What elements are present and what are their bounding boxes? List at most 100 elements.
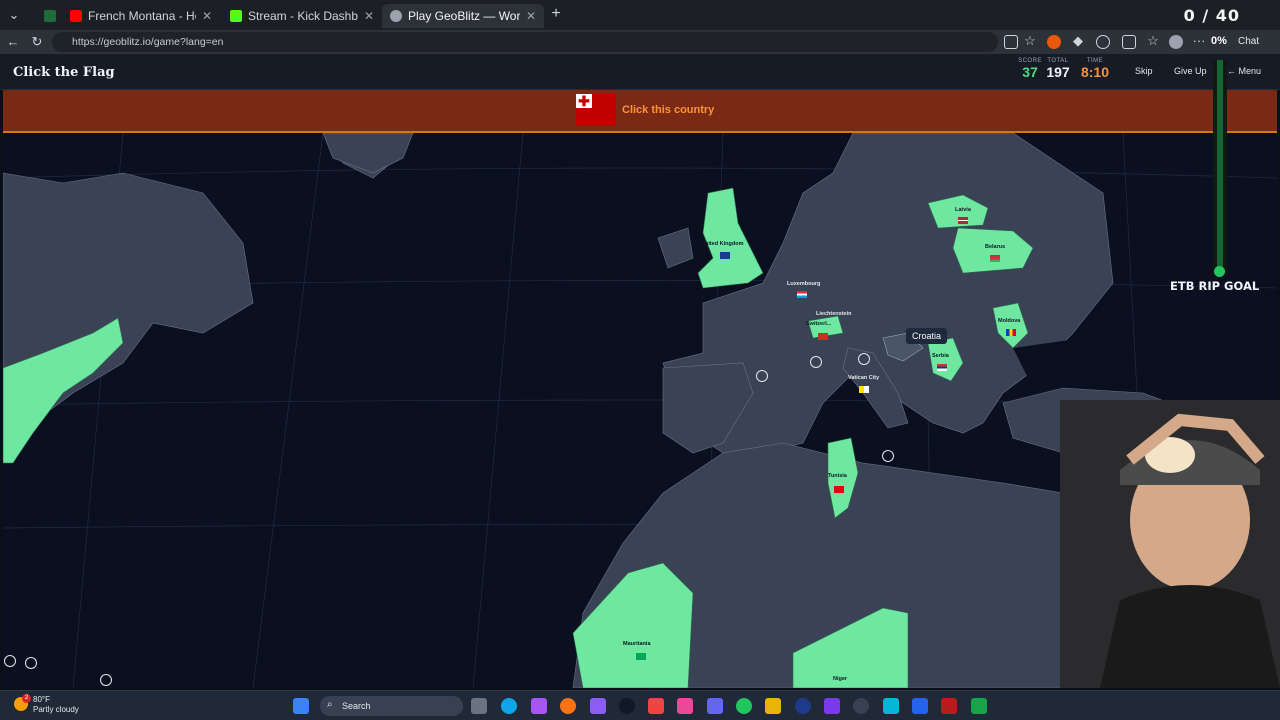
obs-icon[interactable] (619, 698, 635, 714)
moldova-flag-icon (1006, 329, 1016, 336)
webcam-overlay (1060, 400, 1280, 688)
youtube-icon (70, 10, 82, 22)
small-country-marker[interactable] (4, 655, 16, 667)
small-country-marker[interactable] (756, 370, 768, 382)
zoom-percent: 0% (1211, 35, 1227, 47)
url-field[interactable]: https://geoblitz.io/game?lang=en (52, 32, 998, 52)
tab-geoblitz[interactable]: Play GeoBlitz — World Geography ✕ (382, 4, 544, 28)
iceland[interactable] (322, 133, 414, 174)
goal-progress-fill (1217, 60, 1223, 271)
small-country-marker[interactable] (810, 356, 822, 368)
weather-temp: 80°F (33, 695, 50, 704)
kick-app-icon[interactable] (971, 698, 987, 714)
label-serbia: Serbia (932, 353, 949, 359)
extension-diamond-icon[interactable]: ◆ (1070, 33, 1086, 49)
search-icon: ⌕ (327, 699, 333, 710)
app-purple-icon[interactable] (824, 698, 840, 714)
tab-label: Stream - Kick Dashboard (248, 9, 358, 23)
profile-avatar-icon[interactable] (1169, 35, 1183, 49)
hover-tooltip: Croatia (906, 328, 948, 344)
file-explorer-icon[interactable] (765, 698, 781, 714)
overlay-counter: 0 / 40 (1183, 6, 1240, 25)
flag-cross-icon: ✚ (578, 93, 590, 109)
favorites-bar-icon[interactable]: ☆ (1145, 33, 1161, 49)
goal-label: ETB RIP GOAL (1170, 279, 1260, 293)
small-country-marker[interactable] (858, 353, 870, 365)
menu-button[interactable]: ← Menu (1227, 66, 1261, 76)
united-kingdom[interactable] (697, 187, 764, 289)
label-switzerland: Switzerl... (806, 321, 832, 327)
edge-icon[interactable] (501, 698, 517, 714)
label-belarus: Belarus (985, 244, 1006, 250)
browser-tab-bar: ⌄ French Montana - Hot Boy Bling ft. ✕ S… (0, 0, 1280, 30)
label-liechtenstein: Liechtenstein (816, 311, 852, 317)
close-icon[interactable]: ✕ (202, 9, 212, 23)
skip-button[interactable]: Skip (1135, 66, 1153, 76)
small-country-marker[interactable] (100, 674, 112, 686)
small-country-marker[interactable] (882, 450, 894, 462)
chat-button[interactable]: Chat (1238, 36, 1259, 47)
goal-knob (1214, 266, 1225, 277)
extension-puzzle-icon[interactable] (1096, 35, 1110, 49)
serbia-flag-icon (937, 364, 947, 371)
tunisia-flag-icon (834, 486, 844, 493)
time-stat: TIME 8:10 (1080, 58, 1110, 80)
new-tab-icon[interactable]: + (548, 6, 564, 22)
tab-label: French Montana - Hot Boy Bling ft. (88, 9, 196, 23)
valorant-icon[interactable] (941, 698, 957, 714)
reader-icon[interactable] (1004, 35, 1018, 49)
weather-desc: Partly cloudy (33, 705, 79, 714)
small-country-marker[interactable] (25, 657, 37, 669)
copilot-icon[interactable] (531, 698, 547, 714)
weather-widget[interactable]: 80°F Partly cloudy (33, 695, 79, 715)
discord-icon[interactable] (707, 698, 723, 714)
label-moldova: Moldova (998, 318, 1021, 324)
prompt-text: Click this country (622, 104, 715, 116)
task-view-icon[interactable] (471, 698, 487, 714)
url-text: https://geoblitz.io/game?lang=en (72, 36, 224, 48)
game-title: Click the Flag (13, 65, 115, 80)
tab-list-icon[interactable]: ⌄ (6, 7, 22, 23)
tab-pinned[interactable] (36, 4, 58, 28)
steam-icon[interactable] (795, 698, 811, 714)
split-screen-icon[interactable] (1122, 35, 1136, 49)
app-cyan-icon[interactable] (883, 698, 899, 714)
close-icon[interactable]: ✕ (526, 9, 536, 23)
tab-kick-dashboard[interactable]: Stream - Kick Dashboard ✕ (222, 4, 382, 28)
tonga-flag: ✚ (576, 94, 616, 126)
game-header: Click the Flag SCORE 37 TOTAL 197 TIME 8… (0, 54, 1280, 90)
app-icon[interactable] (590, 698, 606, 714)
app-red-icon[interactable] (648, 698, 664, 714)
address-bar: ← ↻ https://geoblitz.io/game?lang=en ☆ ◆… (0, 30, 1280, 54)
score-stat: SCORE 37 (1016, 58, 1044, 80)
ireland[interactable] (657, 227, 694, 269)
taskbar-search[interactable]: Search (320, 696, 463, 716)
mauritania[interactable] (572, 562, 694, 688)
give-up-button[interactable]: Give Up (1174, 66, 1207, 76)
close-icon[interactable]: ✕ (364, 9, 374, 23)
label-tunisia: Tunisia (828, 473, 847, 479)
label-mauritania: Mauritania (623, 641, 651, 647)
windows-start-icon[interactable] (293, 698, 309, 714)
tab-youtube[interactable]: French Montana - Hot Boy Bling ft. ✕ (62, 4, 220, 28)
favorite-icon[interactable]: ☆ (1022, 33, 1038, 49)
firefox-icon[interactable] (560, 698, 576, 714)
taskbar-search-label: Search (342, 701, 371, 711)
windows-taskbar: 2 80°F Partly cloudy Search ⌕ (0, 690, 1280, 720)
uk-flag-icon (720, 252, 730, 259)
belarus-flag-icon (990, 255, 1000, 262)
refresh-icon[interactable]: ↻ (29, 34, 45, 50)
app-dark-icon[interactable] (853, 698, 869, 714)
fx-icon[interactable] (912, 698, 928, 714)
back-icon[interactable]: ← (5, 34, 21, 50)
total-stat: TOTAL 197 (1044, 58, 1072, 80)
tab-label: Play GeoBlitz — World Geography (408, 9, 520, 23)
switzerland-flag-icon (818, 333, 828, 340)
extension-fox-icon[interactable] (1047, 35, 1061, 49)
webcam-image (1060, 400, 1280, 688)
more-menu-icon[interactable]: ··· (1191, 33, 1207, 49)
vatican-flag-icon (859, 386, 869, 393)
music-icon[interactable] (677, 698, 693, 714)
spotify-icon[interactable] (736, 698, 752, 714)
kick-icon (230, 10, 242, 22)
